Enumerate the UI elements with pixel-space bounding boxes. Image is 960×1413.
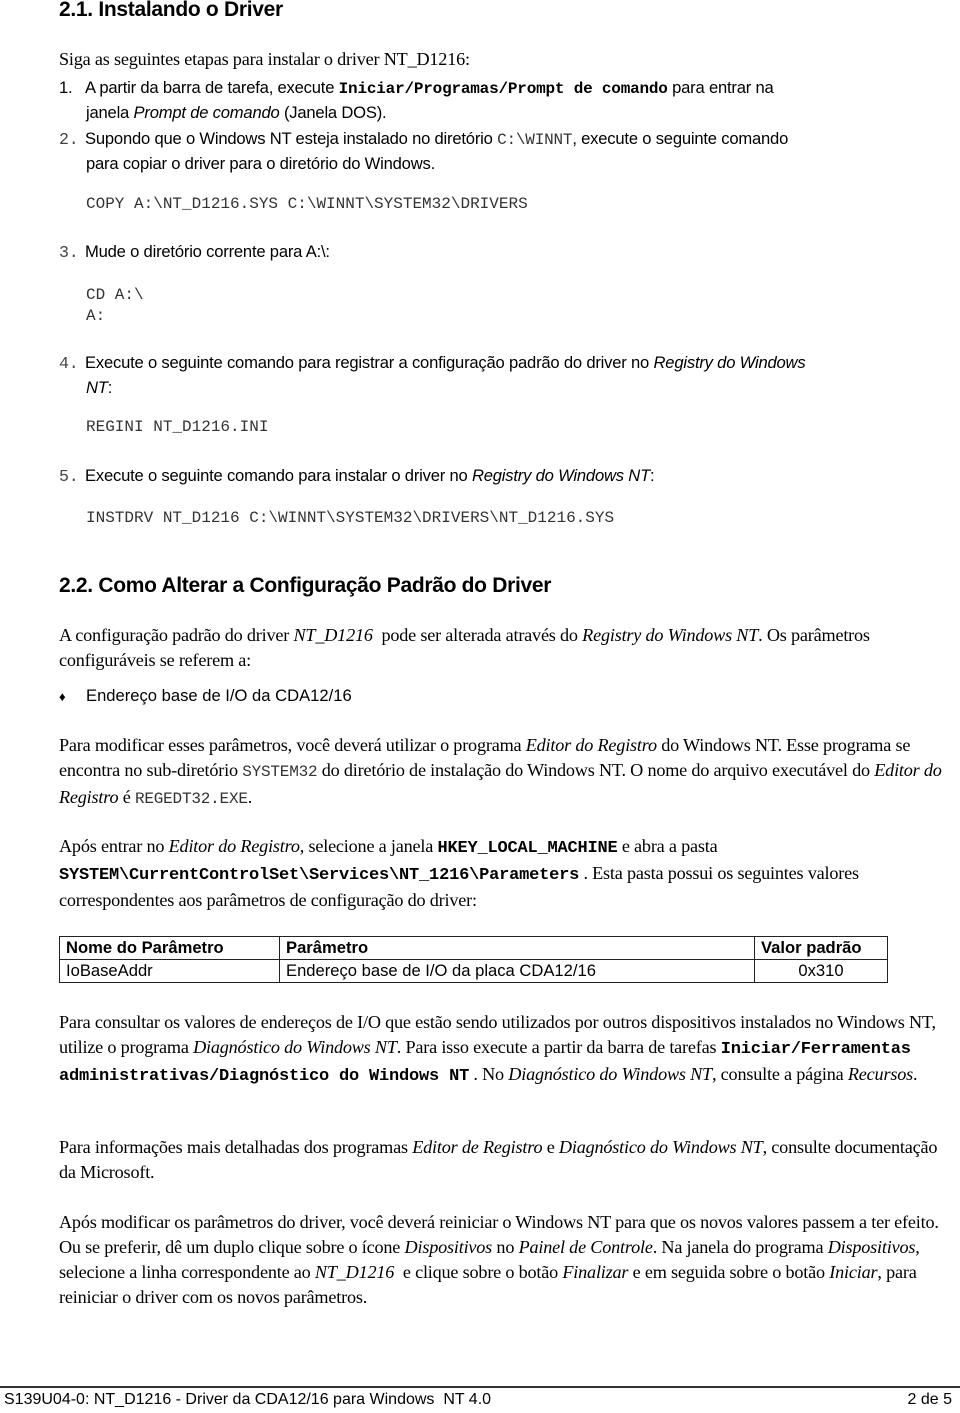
more-info-paragraph: Para informações mais detalhadas dos pro… xyxy=(59,1135,951,1185)
text: do diretório de instalação do Windows NT… xyxy=(317,760,875,780)
registry-key: HKEY_LOCAL_MACHINE xyxy=(437,839,618,858)
step-text: Mude o diretório corrente para A:\: xyxy=(85,242,330,261)
code-instdrv: INSTDRV NT_D1216 C:\WINNT\SYSTEM32\DRIVE… xyxy=(86,509,615,527)
step-text: Execute o seguinte comando para registra… xyxy=(85,353,654,372)
bullet-text: Endereço base de I/O da CDA12/16 xyxy=(86,686,352,705)
step-text: Execute o seguinte comando para instalar… xyxy=(85,466,472,485)
step-text: para copiar o driver para o diretório do… xyxy=(86,154,435,173)
text: pode ser alterada através do xyxy=(372,625,583,645)
italic-term: NT_D1216 xyxy=(314,1262,395,1282)
step-3: 3. Mude o diretório corrente para A:\: xyxy=(59,240,949,265)
parameters-table: Nome do Parâmetro Parâmetro Valor padrão… xyxy=(59,936,888,983)
mono-term: SYSTEM32 xyxy=(242,763,318,781)
mono-term: REGEDT32.EXE xyxy=(134,790,248,808)
text: Para informações mais detalhadas dos pro… xyxy=(59,1137,413,1157)
step-number: 4. xyxy=(59,354,79,373)
footer-divider xyxy=(0,1386,960,1388)
step-2: 2. Supondo que o Windows NT esteja instal… xyxy=(59,127,949,176)
italic-term: Diagnóstico do Windows NT xyxy=(558,1137,763,1157)
step-number: 3. xyxy=(59,243,79,262)
text: . xyxy=(912,1064,918,1084)
step-1: 1. A partir da barra de tarefa, execute I… xyxy=(59,76,949,125)
text: , consulte a página xyxy=(711,1064,848,1084)
step-text: para entrar na xyxy=(667,78,774,97)
step-5: 5. Execute o seguinte comando para instal… xyxy=(59,464,949,489)
step-text: janela xyxy=(86,103,134,122)
italic-term: NT_D1216 xyxy=(293,625,373,645)
footer-page-number: 2 de 5 xyxy=(907,1391,952,1408)
cell-param: Endereço base de I/O da placa CDA12/16 xyxy=(279,959,755,983)
step-text: , execute o seguinte comando xyxy=(572,129,789,148)
step-number: 1. xyxy=(59,78,73,97)
text: . Na janela do programa xyxy=(652,1237,828,1257)
italic-term: Dispositivos xyxy=(404,1237,493,1257)
text: e em seguida sobre o botão xyxy=(628,1262,830,1282)
cell-default: 0x310 xyxy=(754,959,888,983)
italic-term: Prompt de comando xyxy=(133,103,280,122)
section-title-config: 2.2. Como Alterar a Configuração Padrão … xyxy=(59,574,552,597)
code-drive: A: xyxy=(86,307,106,325)
italic-term: Finalizar xyxy=(562,1262,629,1282)
text: no xyxy=(492,1237,519,1257)
code-copy: COPY A:\NT_D1216.SYS C:\WINNT\SYSTEM32\D… xyxy=(86,195,528,213)
diamond-bullet-icon: ♦ xyxy=(59,689,66,704)
command-path: Iniciar/Programas/Prompt de comando xyxy=(338,80,668,98)
code-regini: REGINI NT_D1216.INI xyxy=(86,418,269,436)
registry-path: SYSTEM\CurrentControlSet\Services\NT_121… xyxy=(59,866,580,885)
header-param-name: Nome do Parâmetro xyxy=(59,936,280,960)
regedit-paragraph: Para modificar esses parâmetros, você de… xyxy=(59,733,951,812)
registry-path-paragraph: Após entrar no Editor do Registro, selec… xyxy=(59,834,951,913)
text: e clique sobre o botão xyxy=(394,1262,563,1282)
italic-term: Editor do Registro xyxy=(525,735,657,755)
diagnostics-paragraph: Para consultar os valores de endereços d… xyxy=(59,1010,951,1089)
text: e abra a pasta xyxy=(617,836,718,856)
restart-paragraph: Após modificar os parâmetros do driver, … xyxy=(59,1210,951,1310)
header-param: Parâmetro xyxy=(279,936,755,960)
header-default: Valor padrão xyxy=(754,936,888,960)
italic-term: Registry do Windows xyxy=(653,353,806,372)
code-cd: CD A:\ xyxy=(86,286,144,304)
table-header-row: Nome do Parâmetro Parâmetro Valor padrão xyxy=(59,936,888,960)
path-text: C:\WINNT xyxy=(497,131,573,149)
text: . Para isso execute a partir da barra de… xyxy=(396,1037,721,1057)
footer-doc-title: S139U04-0: NT_D1216 - Driver da CDA12/16… xyxy=(4,1391,492,1408)
text: , selecione a janela xyxy=(299,836,438,856)
param-bullet: ♦ Endereço base de I/O da CDA12/16 xyxy=(59,684,352,709)
step-text: Supondo que o Windows NT esteja instalad… xyxy=(85,129,498,148)
table-row: IoBaseAddr Endereço base de I/O da placa… xyxy=(59,959,888,983)
step-number: 5. xyxy=(59,467,79,486)
italic-term: Painel de Controle xyxy=(518,1237,653,1257)
step-text: : xyxy=(650,466,655,485)
text: . xyxy=(247,787,253,807)
cell-param-name: IoBaseAddr xyxy=(59,959,280,983)
italic-term: NT xyxy=(86,378,108,397)
italic-term: Registry do Windows NT xyxy=(471,466,651,485)
step-number: 2. xyxy=(59,130,79,149)
step-text: (Janela DOS). xyxy=(279,103,387,122)
italic-term: Iniciar xyxy=(829,1262,878,1282)
text: Para modificar esses parâmetros, você de… xyxy=(59,735,526,755)
italic-term: Diagnóstico do Windows NT xyxy=(193,1037,397,1057)
italic-term: Registry do Windows NT xyxy=(582,625,759,645)
text: Após entrar no xyxy=(59,836,169,856)
config-intro: A configuração padrão do driver NT_D1216… xyxy=(59,623,951,673)
section-title-install: 2.1. Instalando o Driver xyxy=(59,0,283,21)
italic-term: Recursos xyxy=(847,1064,913,1084)
text: . No xyxy=(469,1064,509,1084)
italic-term: Diagnóstico do Windows NT xyxy=(508,1064,712,1084)
text: A configuração padrão do driver xyxy=(59,625,294,645)
text: é xyxy=(118,787,135,807)
install-intro: Siga as seguintes etapas para instalar o… xyxy=(59,49,470,69)
step-4: 4. Execute o seguinte comando para regist… xyxy=(59,351,949,400)
italic-term: Dispositivos xyxy=(827,1237,916,1257)
text: e xyxy=(542,1137,559,1157)
step-text: : xyxy=(107,378,113,397)
italic-term: Editor de Registro xyxy=(412,1137,543,1157)
step-text: A partir da barra de tarefa, execute xyxy=(85,78,339,97)
italic-term: Editor do Registro xyxy=(168,836,300,856)
